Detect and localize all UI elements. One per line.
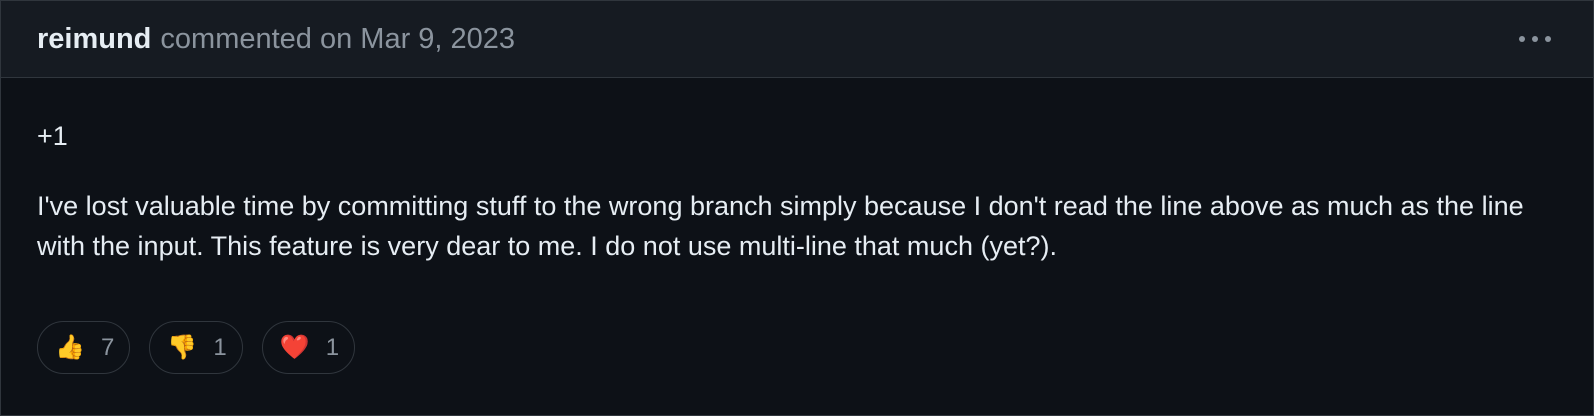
reactions-bar: 👍 7 👎 1 ❤️ 1 [37, 321, 356, 374]
comment-paragraph: +1 [37, 121, 68, 151]
reaction-heart-button[interactable]: ❤️ 1 [261, 321, 356, 374]
comment-paragraph: I've lost valuable time by committing st… [37, 191, 1524, 261]
reaction-thumbs-up-button[interactable]: 👍 7 [37, 321, 131, 374]
more-options-button[interactable] [1513, 21, 1557, 57]
reaction-count: 7 [101, 333, 115, 361]
kebab-horizontal-icon [1519, 36, 1525, 42]
comment: reimund commented on Mar 9, 2023 +1 I've… [0, 0, 1594, 416]
reaction-count: 1 [325, 333, 340, 361]
thumbs-down-icon: 👎 [167, 333, 198, 361]
thumbs-up-icon: 👍 [55, 333, 85, 361]
kebab-dot [1545, 36, 1551, 42]
reaction-count: 1 [213, 333, 227, 361]
comment-body: +1 I've lost valuable time by committing… [1, 78, 1593, 266]
comment-timestamp[interactable]: commented on Mar 9, 2023 [160, 23, 515, 56]
comment-author-link[interactable]: reimund [37, 23, 151, 56]
heart-icon: ❤️ [279, 333, 310, 361]
comment-header: reimund commented on Mar 9, 2023 [1, 1, 1593, 78]
kebab-dot [1532, 36, 1538, 42]
reaction-thumbs-down-button[interactable]: 👎 1 [149, 321, 243, 374]
